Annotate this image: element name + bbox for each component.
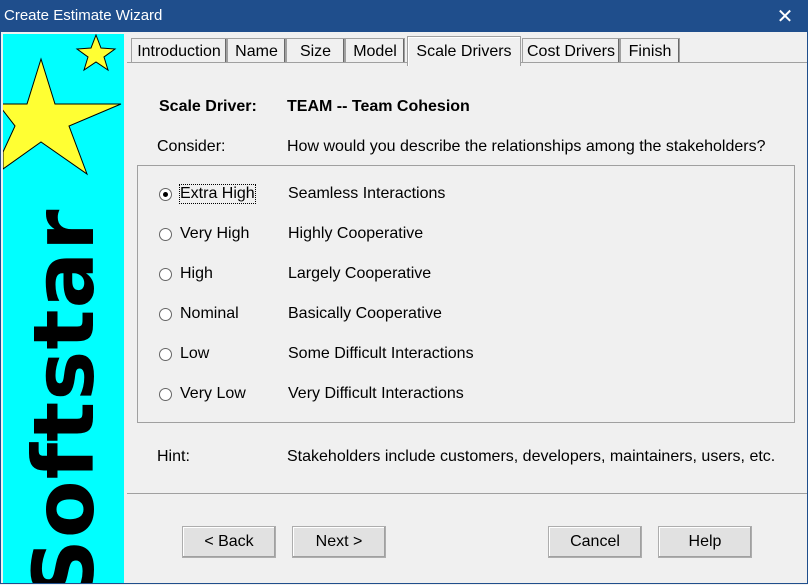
tab-introduction[interactable]: Introduction — [131, 38, 227, 64]
next-button[interactable]: Next > — [292, 526, 386, 558]
close-button[interactable]: ✕ — [762, 0, 808, 32]
rating-label[interactable]: Very High — [180, 225, 249, 243]
rating-description: Basically Cooperative — [288, 305, 442, 322]
tab-scale-drivers[interactable]: Scale Drivers — [407, 36, 521, 66]
rating-group: Extra High Seamless Interactions Very Hi… — [137, 165, 795, 423]
tab-finish[interactable]: Finish — [620, 38, 680, 64]
tab-size[interactable]: Size — [286, 38, 345, 64]
rating-label[interactable]: Very Low — [180, 385, 246, 403]
consider-label: Consider: — [157, 138, 226, 155]
hint-text: Stakeholders include customers, develope… — [287, 448, 776, 465]
rating-description: Seamless Interactions — [288, 185, 446, 202]
tab-cost-drivers[interactable]: Cost Drivers — [522, 38, 620, 64]
window-title: Create Estimate Wizard — [4, 7, 163, 24]
rating-description: Largely Cooperative — [288, 265, 432, 282]
radio-button[interactable] — [159, 188, 172, 201]
back-button[interactable]: < Back — [182, 526, 276, 558]
brand-name: Softstar — [15, 208, 113, 583]
wizard-window: Softstar Introduction Name Size Model Sc… — [0, 32, 808, 584]
radio-button[interactable] — [159, 388, 172, 401]
rating-label[interactable]: Low — [180, 345, 209, 363]
radio-button[interactable] — [159, 228, 172, 241]
rating-label[interactable]: Nominal — [180, 305, 239, 323]
tab-name[interactable]: Name — [227, 38, 286, 64]
cancel-button[interactable]: Cancel — [548, 526, 642, 558]
rating-description: Highly Cooperative — [288, 225, 424, 242]
close-icon: ✕ — [776, 5, 794, 28]
scale-driver-label: Scale Driver: — [159, 98, 257, 115]
softstar-banner: Softstar — [3, 34, 124, 583]
rating-description: Very Difficult Interactions — [288, 385, 464, 402]
rating-description: Some Difficult Interactions — [288, 345, 474, 362]
scale-driver-name: TEAM -- Team Cohesion — [287, 98, 470, 115]
hint-label: Hint: — [157, 448, 190, 465]
rating-label[interactable]: High — [180, 265, 213, 283]
radio-button[interactable] — [159, 348, 172, 361]
radio-button[interactable] — [159, 308, 172, 321]
tab-model[interactable]: Model — [345, 38, 405, 64]
consider-question: How would you describe the relationships… — [287, 138, 766, 155]
title-bar: Create Estimate Wizard ✕ — [0, 0, 808, 32]
help-button[interactable]: Help — [658, 526, 752, 558]
wizard-content: Introduction Name Size Model Scale Drive… — [127, 32, 807, 583]
scale-drivers-panel: Scale Driver: TEAM -- Team Cohesion Cons… — [127, 62, 807, 494]
radio-button[interactable] — [159, 268, 172, 281]
rating-label[interactable]: Extra High — [179, 184, 256, 204]
